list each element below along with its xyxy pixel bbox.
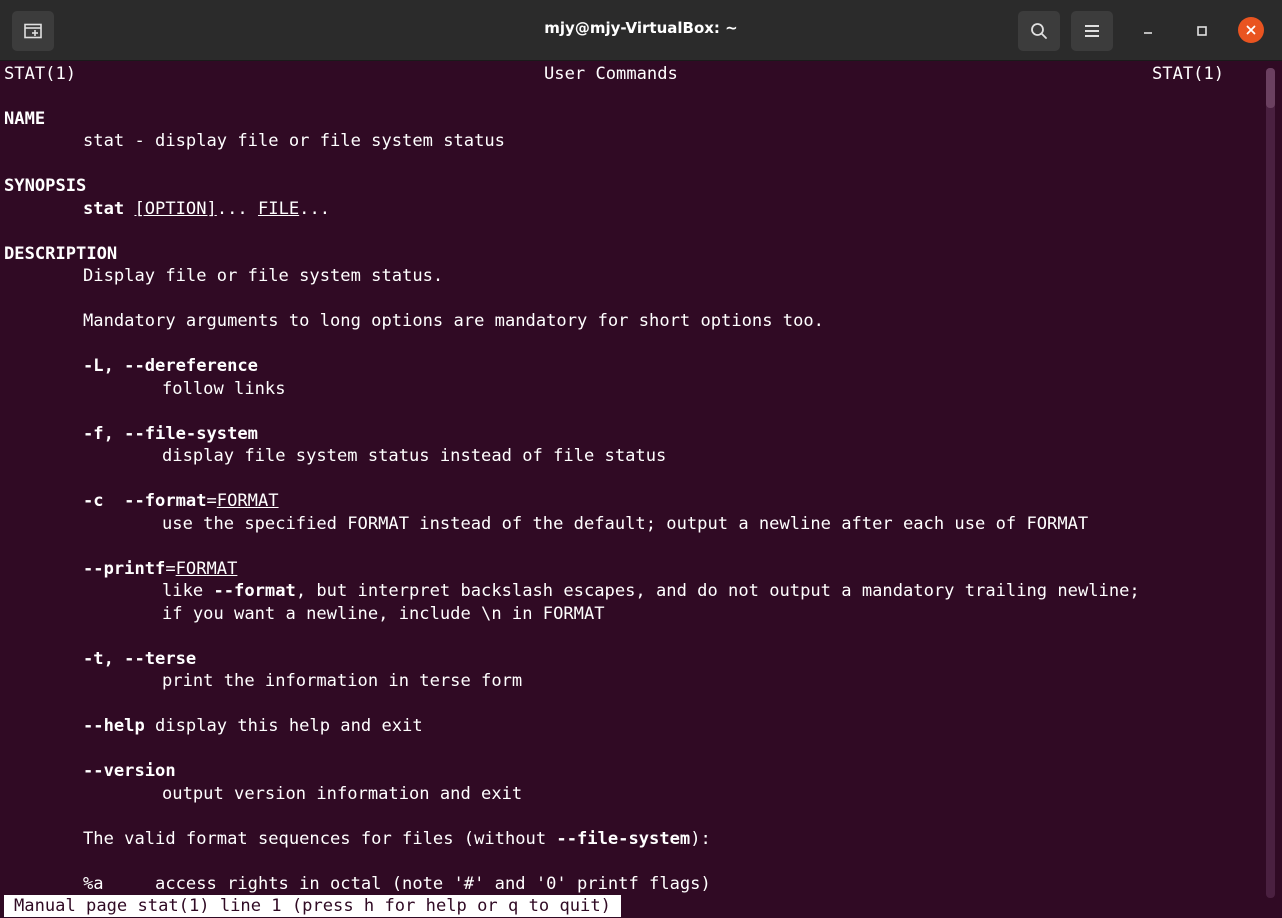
man-header-left: STAT(1) <box>4 64 77 84</box>
printf-desc-format-flag: --format <box>213 581 296 601</box>
option-printf-arg: FORMAT <box>175 559 238 579</box>
valid-format-part-a: The valid format sequences for files (wi… <box>83 829 557 849</box>
option-terse: -t, --terse <box>83 649 197 669</box>
option-dereference-desc: follow links <box>162 379 286 399</box>
synopsis-ellipsis-end: ... <box>299 199 331 219</box>
synopsis-file: FILE <box>257 199 300 219</box>
terminal-scrollbar[interactable] <box>1266 68 1275 898</box>
option-printf-desc-2: if you want a newline, include \n in FOR… <box>162 604 605 624</box>
minimize-button[interactable] <box>1134 17 1162 45</box>
printf-desc-part-a: like <box>162 581 214 601</box>
synopsis-line: stat [OPTION]... FILE... <box>83 198 330 220</box>
option-dereference: -L, --dereference <box>83 356 258 376</box>
option-file-system: -f, --file-system <box>83 424 258 444</box>
valid-format-sequences: The valid format sequences for files (wi… <box>83 828 711 850</box>
section-synopsis-heading: SYNOPSIS <box>4 176 87 196</box>
option-version: --version <box>83 761 176 781</box>
close-button[interactable] <box>1238 17 1264 43</box>
option-format-desc: use the specified FORMAT instead of the … <box>162 514 1089 534</box>
man-header-right: STAT(1) <box>1152 64 1225 84</box>
menu-button[interactable] <box>1071 11 1113 51</box>
option-printf-desc-1: like --format, but interpret backslash e… <box>162 580 1140 602</box>
pager-status-bar: Manual page stat(1) line 1 (press h for … <box>4 895 621 917</box>
option-printf-flag: --printf <box>83 559 166 579</box>
synopsis-command: stat <box>83 199 125 219</box>
minimize-icon <box>1144 32 1152 34</box>
description-text-1: Display file or file system status. <box>83 266 444 286</box>
close-icon <box>1246 25 1256 35</box>
option-printf: --printf=FORMAT <box>83 558 237 580</box>
search-icon <box>1031 23 1047 39</box>
valid-format-flag: --file-system <box>556 829 691 849</box>
option-format-equals: = <box>206 491 217 511</box>
option-help-flag: --help <box>83 716 145 736</box>
printf-desc-part-c: , but interpret backslash escapes, and d… <box>295 581 1140 601</box>
section-description-heading: DESCRIPTION <box>4 244 118 264</box>
title-bar: mjy@mjy-VirtualBox: ~ <box>0 0 1282 61</box>
synopsis-ellipsis: ... <box>216 199 258 219</box>
option-help-desc: display this help and exit <box>144 716 423 736</box>
option-help: --help display this help and exit <box>83 715 423 737</box>
option-terse-desc: print the information in terse form <box>162 671 523 691</box>
man-header-center: User Commands <box>544 64 678 84</box>
maximize-button[interactable] <box>1188 17 1216 45</box>
hamburger-menu-icon <box>1085 25 1099 37</box>
scrollbar-thumb[interactable] <box>1266 68 1275 108</box>
option-format-flag: -c --format <box>83 491 207 511</box>
valid-format-part-c: ): <box>690 829 711 849</box>
search-button[interactable] <box>1018 11 1060 51</box>
option-version-desc: output version information and exit <box>162 784 523 804</box>
section-name-heading: NAME <box>4 109 46 129</box>
description-text-2: Mandatory arguments to long options are … <box>83 311 824 331</box>
option-file-system-desc: display file system status instead of fi… <box>162 446 667 466</box>
option-format-arg: FORMAT <box>216 491 279 511</box>
option-printf-equals: = <box>165 559 176 579</box>
maximize-icon <box>1197 26 1207 36</box>
synopsis-option: [OPTION] <box>134 199 217 219</box>
format-sequence-a: %a access rights in octal (note '#' and … <box>83 874 711 894</box>
name-text: stat - display file or file system statu… <box>83 131 505 151</box>
option-format: -c --format=FORMAT <box>83 490 279 512</box>
